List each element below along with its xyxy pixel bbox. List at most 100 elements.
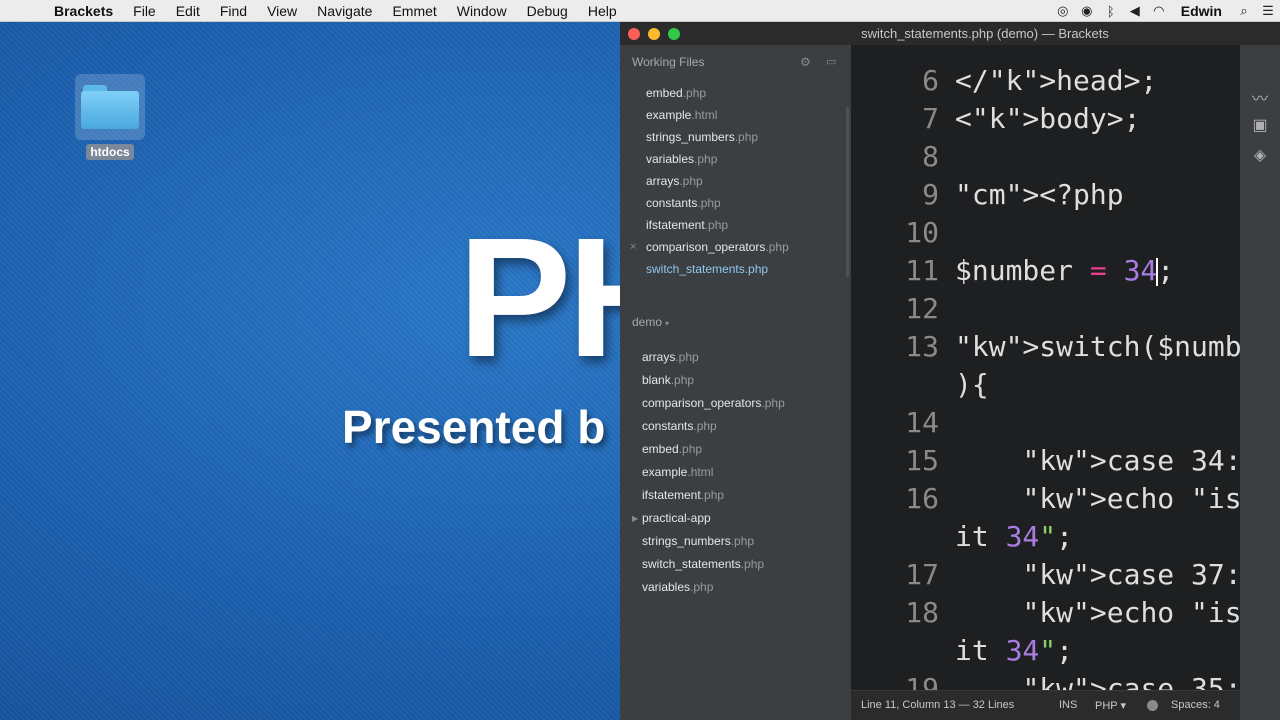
working-file-item-active[interactable]: switch_statements.php — [620, 258, 851, 280]
line-number: 6 — [922, 64, 939, 97]
working-file-item[interactable]: arrays.php — [620, 170, 851, 192]
code-line[interactable]: ){ — [851, 366, 1240, 404]
file-ext: .php — [697, 196, 721, 210]
tree-item[interactable]: ifstatement.php — [620, 484, 851, 507]
chevron-down-icon: ▾ — [665, 319, 670, 328]
menu-find[interactable]: Find — [210, 3, 257, 19]
record-icon[interactable]: ◉ — [1075, 3, 1099, 19]
working-files-list: embed.php example.html strings_numbers.p… — [620, 82, 851, 280]
volume-icon[interactable]: ◀ — [1123, 3, 1147, 19]
indent-setting[interactable]: Spaces: 4 — [1171, 699, 1220, 711]
file-name: constants — [646, 196, 698, 210]
folder-label: htdocs — [86, 144, 134, 160]
tree-item[interactable]: switch_statements.php — [620, 553, 851, 576]
tree-item[interactable]: variables.php — [620, 576, 851, 599]
tree-item[interactable]: strings_numbers.php — [620, 530, 851, 553]
code-line[interactable]: 10 — [851, 214, 1240, 252]
working-file-item[interactable]: example.html — [620, 104, 851, 126]
file-name: switch_statements — [646, 262, 745, 276]
file-ext: .php — [675, 350, 699, 364]
working-files-header: Working Files — [632, 55, 705, 69]
right-toolbar: 〰 ▣ ◈ — [1240, 45, 1280, 720]
code-line[interactable]: 8 — [851, 138, 1240, 176]
window-title: switch_statements.php (demo) — Brackets — [861, 26, 1109, 41]
wifi-icon[interactable]: ◠ — [1147, 3, 1171, 19]
split-view-icon[interactable]: ▭ — [826, 55, 836, 68]
file-name: constants — [642, 419, 694, 433]
bluetooth-icon[interactable]: ᛒ — [1099, 4, 1123, 19]
file-ext: .php — [690, 580, 714, 594]
search-icon[interactable]: ⌕ — [1232, 3, 1256, 19]
menu-debug[interactable]: Debug — [517, 3, 578, 19]
working-file-item[interactable]: × comparison_operators.php — [620, 236, 851, 258]
menu-view[interactable]: View — [257, 3, 307, 19]
file-name: comparison_operators — [646, 240, 766, 254]
user-menu[interactable]: Edwin — [1171, 3, 1232, 19]
project-dropdown[interactable]: demo ▾ — [632, 315, 669, 329]
creative-cloud-icon[interactable]: ◎ — [1051, 3, 1075, 19]
code-text: "kw">case 37: — [1022, 558, 1240, 591]
code-editor[interactable]: 6 </"k">head>; 7 <"k">body>; 8 9 "cm"><?php 10 1… — [851, 45, 1240, 697]
line-number: 8 — [922, 140, 939, 173]
code-line[interactable]: 17 "kw">case 37: — [851, 556, 1240, 594]
working-file-item[interactable]: constants.php — [620, 192, 851, 214]
htdocs-folder[interactable]: htdocs — [74, 74, 146, 161]
code-line[interactable]: it 34"; — [851, 632, 1240, 670]
file-ext: .php — [704, 218, 729, 232]
code-line[interactable]: 6 </"k">head>; — [851, 62, 1240, 100]
linter-status-icon[interactable] — [1147, 700, 1158, 711]
code-line[interactable]: 14 — [851, 404, 1240, 442]
code-line[interactable]: 12 — [851, 290, 1240, 328]
gear-icon[interactable]: ⚙ — [800, 55, 811, 69]
tree-item[interactable]: embed.php — [620, 438, 851, 461]
tree-item[interactable]: blank.php — [620, 369, 851, 392]
code-text: it 34"; — [955, 520, 1074, 553]
file-name: comparison_operators — [642, 396, 762, 410]
line-number: 12 — [905, 292, 939, 325]
insert-mode-toggle[interactable]: INS — [1059, 699, 1077, 711]
code-line[interactable]: 9 "cm"><?php — [851, 176, 1240, 214]
status-bar: Line 11, Column 13 — 32 Lines INS PHP ▾ … — [851, 690, 1240, 720]
code-line[interactable]: 13 "kw">switch($number — [851, 328, 1240, 366]
working-file-item[interactable]: embed.php — [620, 82, 851, 104]
list-icon[interactable]: ☰ — [1256, 3, 1280, 19]
tree-item[interactable]: arrays.php — [620, 346, 851, 369]
file-ext: .php — [740, 557, 765, 571]
file-name: variables — [642, 580, 691, 594]
menu-emmet[interactable]: Emmet — [382, 3, 446, 19]
menu-file[interactable]: File — [123, 3, 166, 19]
code-line[interactable]: 11 $number = 34; — [851, 252, 1240, 290]
file-ext: .php — [761, 396, 785, 410]
line-number: 7 — [922, 102, 939, 135]
line-number: 13 — [905, 330, 939, 363]
working-file-item[interactable]: ifstatement.php — [620, 214, 851, 236]
working-file-item[interactable]: variables.php — [620, 148, 851, 170]
line-number: 17 — [905, 558, 939, 591]
code-line[interactable]: 16 "kw">echo "is — [851, 480, 1240, 518]
title-bar: switch_statements.php (demo) — Brackets — [620, 22, 1280, 45]
menu-navigate[interactable]: Navigate — [307, 3, 382, 19]
menu-window[interactable]: Window — [447, 3, 517, 19]
code-line[interactable]: it 34"; — [851, 518, 1240, 556]
code-line[interactable]: 7 <"k">body>; — [851, 100, 1240, 138]
language-selector[interactable]: PHP ▾ — [1095, 699, 1126, 712]
code-line[interactable]: 15 "kw">case 34: — [851, 442, 1240, 480]
line-number: 9 — [922, 178, 939, 211]
disclosure-triangle-icon[interactable]: ▶ — [632, 507, 638, 530]
menu-app-name[interactable]: Brackets — [44, 3, 123, 19]
menu-help[interactable]: Help — [578, 3, 627, 19]
file-ext: .html — [691, 108, 718, 122]
tree-item[interactable]: example.html — [620, 461, 851, 484]
extract-icon[interactable]: ◈ — [1240, 145, 1280, 165]
tree-item[interactable]: constants.php — [620, 415, 851, 438]
code-line[interactable]: 18 "kw">echo "is — [851, 594, 1240, 632]
menu-edit[interactable]: Edit — [166, 3, 210, 19]
tree-folder-practical-app[interactable]: ▶ practical-app — [620, 507, 851, 530]
live-preview-icon[interactable]: 〰 — [1240, 85, 1280, 109]
working-file-item[interactable]: strings_numbers.php — [620, 126, 851, 148]
file-name: switch_statements — [642, 557, 741, 571]
extension-manager-icon[interactable]: ▣ — [1240, 115, 1280, 135]
code-text: ){ — [955, 368, 989, 401]
tree-item[interactable]: comparison_operators.php — [620, 392, 851, 415]
close-file-icon[interactable]: × — [630, 236, 636, 258]
